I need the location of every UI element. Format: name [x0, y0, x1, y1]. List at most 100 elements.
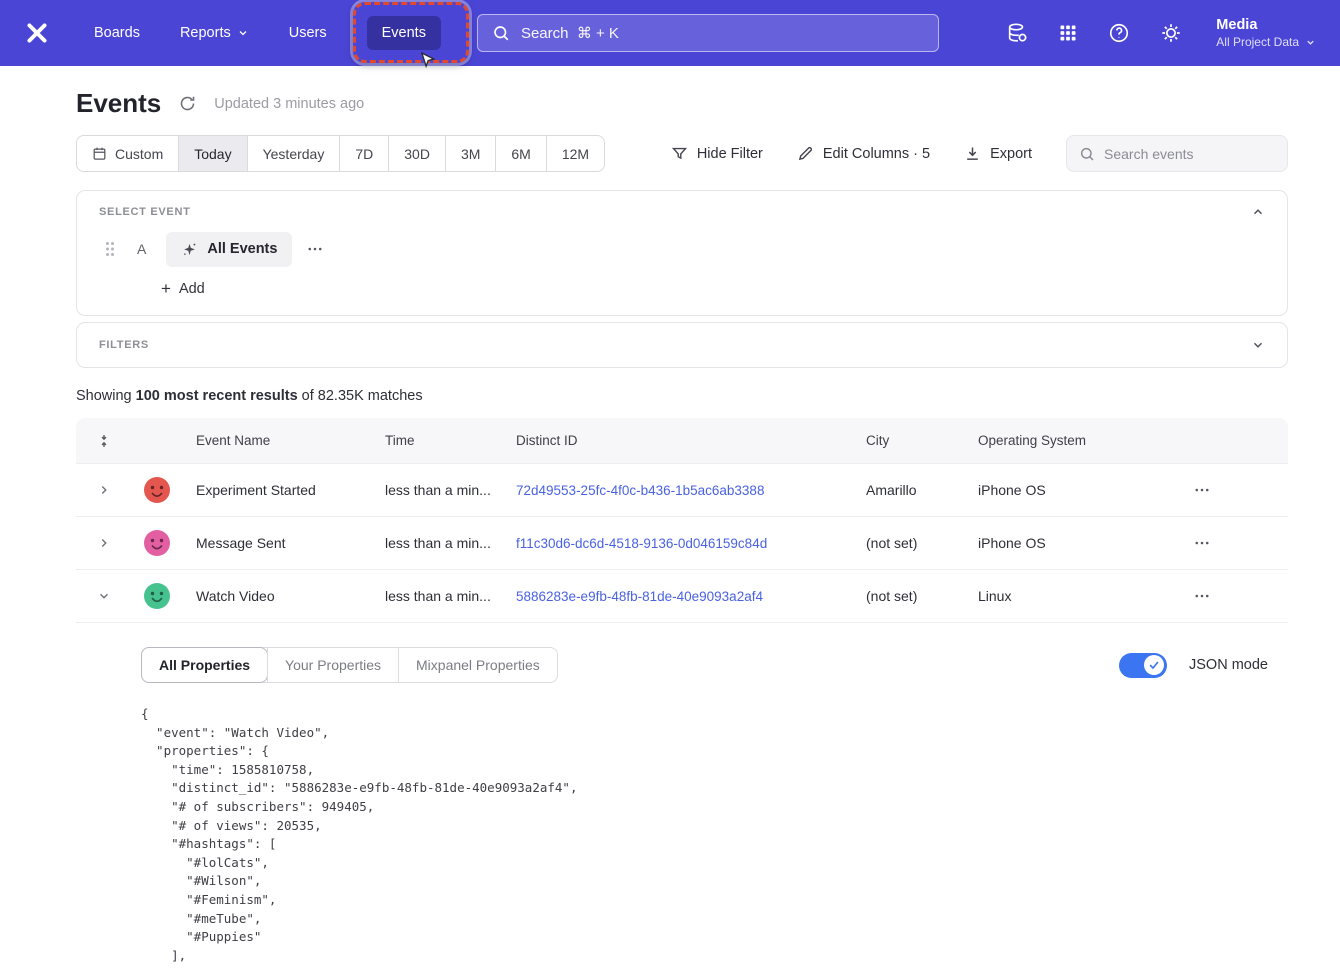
date-range-custom[interactable]: Custom — [77, 136, 178, 171]
city-cell: (not set) — [866, 588, 978, 604]
export-button[interactable]: Export — [964, 145, 1032, 162]
hide-filter-button[interactable]: Hide Filter — [671, 145, 763, 162]
apps-grid-button[interactable] — [1058, 23, 1078, 43]
time-cell: less than a min... — [385, 482, 516, 498]
project-selector[interactable]: Media All Project Data — [1216, 16, 1316, 50]
city-cell: Amarillo — [866, 482, 978, 498]
column-header-city[interactable]: City — [866, 433, 978, 448]
date-range-12m[interactable]: 12M — [546, 136, 604, 171]
event-row-menu-button[interactable] — [306, 240, 324, 258]
table-row[interactable]: Experiment Started less than a min... 72… — [76, 464, 1288, 517]
filters-label: FILTERS — [99, 339, 149, 351]
date-range-control: Custom Today Yesterday 7D 30D 3M 6M 12M — [76, 135, 605, 172]
os-cell: Linux — [978, 588, 1193, 604]
os-cell: iPhone OS — [978, 535, 1193, 551]
distinct-id-link[interactable]: 5886283e-e9fb-48fb-81de-40e9093a2af4 — [516, 589, 763, 604]
json-mode-toggle[interactable] — [1119, 653, 1167, 678]
chevron-right-icon — [97, 536, 111, 550]
global-search[interactable] — [477, 14, 939, 52]
ellipsis-icon — [306, 240, 324, 258]
chevron-down-icon — [97, 589, 111, 603]
project-name: Media — [1216, 16, 1316, 35]
updated-timestamp: Updated 3 minutes ago — [214, 96, 364, 112]
results-highlight: 100 most recent results — [136, 388, 298, 404]
tab-all-properties[interactable]: All Properties — [141, 647, 268, 683]
nav-item-boards[interactable]: Boards — [94, 25, 140, 41]
expand-filters-button[interactable] — [1251, 338, 1265, 352]
download-icon — [964, 145, 981, 162]
column-header-distinct-id[interactable]: Distinct ID — [516, 433, 866, 448]
date-range-yesterday[interactable]: Yesterday — [247, 136, 340, 171]
json-mode-label: JSON mode — [1189, 657, 1268, 673]
tab-your-properties[interactable]: Your Properties — [267, 648, 398, 682]
nav-item-users[interactable]: Users — [289, 25, 327, 41]
pencil-icon — [797, 145, 814, 162]
date-range-6m[interactable]: 6M — [495, 136, 545, 171]
collapse-panel-button[interactable] — [1251, 205, 1265, 219]
row-menu-button[interactable] — [1193, 587, 1211, 605]
toolbar: Custom Today Yesterday 7D 30D 3M 6M 12M … — [76, 135, 1288, 172]
select-event-header: SELECT EVENT — [77, 191, 1287, 223]
refresh-button[interactable] — [179, 95, 196, 112]
settings-button[interactable] — [1160, 22, 1182, 44]
collapse-row-button[interactable] — [97, 589, 111, 603]
edit-columns-button[interactable]: Edit Columns · 5 — [797, 145, 930, 162]
event-avatar — [144, 583, 170, 609]
distinct-id-link[interactable]: f11c30d6-dc6d-4518-9136-0d046159c84d — [516, 536, 767, 551]
search-events-input[interactable] — [1104, 146, 1275, 162]
row-detail-panel: All Properties Your Properties Mixpanel … — [76, 623, 1288, 965]
edit-columns-label: Edit Columns · 5 — [823, 146, 930, 162]
filters-panel: FILTERS — [76, 322, 1288, 368]
date-range-30d[interactable]: 30D — [388, 136, 445, 171]
global-search-input[interactable] — [521, 25, 924, 42]
toggle-knob — [1144, 655, 1164, 675]
drag-handle-icon[interactable] — [105, 241, 115, 257]
help-button[interactable] — [1108, 22, 1130, 44]
ellipsis-icon — [1193, 481, 1211, 499]
chevron-down-icon — [1305, 37, 1316, 48]
search-events-box[interactable] — [1066, 135, 1288, 172]
ellipsis-icon — [1193, 534, 1211, 552]
date-range-3m[interactable]: 3M — [445, 136, 495, 171]
distinct-id-link[interactable]: 72d49553-25fc-4f0c-b436-1b5ac6ab3388 — [516, 483, 764, 498]
nav-item-reports[interactable]: Reports — [180, 25, 249, 41]
select-event-panel: SELECT EVENT A All Events + Add — [76, 190, 1288, 316]
query-row-letter: A — [137, 241, 146, 257]
row-menu-button[interactable] — [1193, 481, 1211, 499]
refresh-icon — [179, 95, 196, 112]
table-row-expanded[interactable]: Watch Video less than a min... 5886283e-… — [76, 570, 1288, 623]
column-header-event-name[interactable]: Event Name — [196, 433, 385, 448]
city-cell: (not set) — [866, 535, 978, 551]
mixpanel-logo[interactable] — [24, 20, 50, 46]
results-prefix: Showing — [76, 388, 136, 404]
event-selector-label: All Events — [207, 241, 277, 257]
select-event-label: SELECT EVENT — [99, 206, 191, 218]
expand-row-button[interactable] — [97, 536, 111, 550]
events-table: Event Name Time Distinct ID City Operati… — [76, 418, 1288, 965]
event-name-cell: Experiment Started — [196, 482, 385, 498]
mixpanel-x-icon — [24, 20, 50, 46]
nav-item-events[interactable]: Events — [367, 16, 441, 50]
column-header-os[interactable]: Operating System — [978, 433, 1193, 448]
date-range-7d[interactable]: 7D — [339, 136, 388, 171]
filter-funnel-icon — [671, 145, 688, 162]
collapse-all-rows-button[interactable] — [96, 433, 112, 449]
column-header-time[interactable]: Time — [385, 433, 516, 448]
search-icon — [492, 24, 510, 42]
tab-mixpanel-properties[interactable]: Mixpanel Properties — [398, 648, 557, 682]
calendar-icon — [92, 146, 107, 161]
results-summary: Showing 100 most recent results of 82.35… — [76, 388, 1288, 404]
table-row[interactable]: Message Sent less than a min... f11c30d6… — [76, 517, 1288, 570]
date-range-today[interactable]: Today — [178, 136, 246, 171]
grid-icon — [1058, 23, 1078, 43]
properties-tabs: All Properties Your Properties Mixpanel … — [141, 647, 558, 683]
row-menu-button[interactable] — [1193, 534, 1211, 552]
data-management-button[interactable] — [1006, 22, 1028, 44]
expand-row-button[interactable] — [97, 483, 111, 497]
event-selector-chip[interactable]: All Events — [166, 232, 292, 267]
add-event-button[interactable]: + Add — [161, 279, 205, 315]
check-icon — [1148, 659, 1160, 671]
event-sparkle-icon — [181, 241, 198, 258]
json-mode-control: JSON mode — [1119, 653, 1268, 678]
chevron-up-icon — [1251, 205, 1265, 219]
